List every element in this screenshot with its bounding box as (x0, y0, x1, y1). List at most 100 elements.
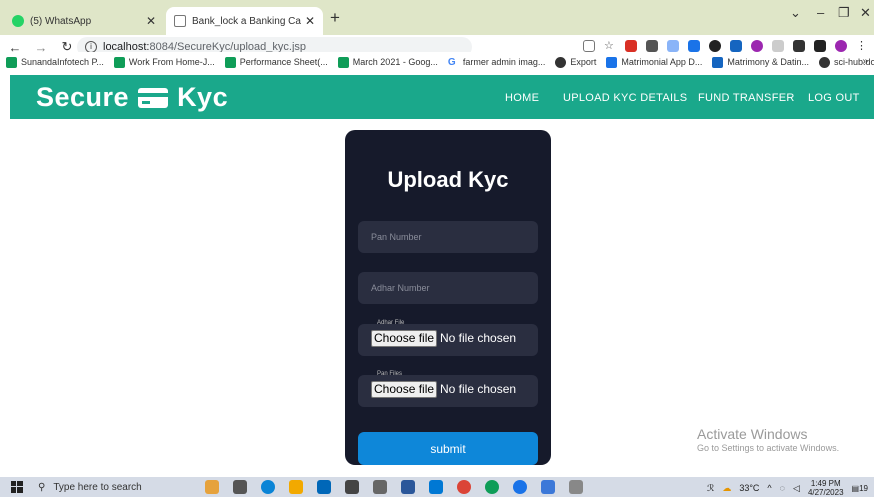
credit-card-icon (138, 87, 169, 108)
news-widget-icon[interactable] (205, 480, 219, 494)
word-icon[interactable] (401, 480, 415, 494)
bookmark-label: Matrimonial App D... (621, 57, 703, 67)
pan-file-label: Pan Files (377, 371, 403, 377)
adhar-file-label: Adhar File (377, 320, 405, 326)
pdf-extension-icon[interactable] (625, 40, 637, 52)
extension-icon[interactable] (730, 40, 742, 52)
bookmark-label: Performance Sheet(... (239, 57, 328, 67)
brand-logo[interactable]: Secure Kyc (36, 82, 228, 113)
app-icon[interactable] (429, 480, 443, 494)
adhar-choose-file-button[interactable]: Choose file (371, 330, 438, 347)
brand-right: Kyc (177, 82, 229, 112)
nav-log-out[interactable]: LOG OUT (808, 92, 860, 104)
windows-start-icon[interactable] (6, 477, 28, 497)
nav-fund-transfer[interactable]: FUND TRANSFER (698, 92, 795, 104)
app-icon (606, 56, 618, 68)
upload-kyc-form: Upload Kyc Adhar File Choose file No fil… (345, 130, 551, 465)
task-view-icon[interactable] (233, 480, 247, 494)
google-icon: G (447, 56, 456, 68)
people-icon[interactable]: ℛ (707, 483, 714, 494)
bookmark-item[interactable]: Matrimonial App D... (606, 56, 703, 68)
tab-title: (5) WhatsApp (30, 15, 92, 27)
edge-icon[interactable] (261, 480, 275, 494)
close-tab-icon[interactable]: ✕ (305, 14, 315, 28)
menu-icon[interactable]: ⋮ (856, 40, 868, 52)
bookmark-item[interactable]: March 2021 - Goog... (337, 56, 438, 68)
sheets-icon (6, 56, 17, 68)
pan-choose-file-button[interactable]: Choose file (371, 381, 438, 398)
extension-icon[interactable] (751, 40, 763, 52)
weather-icon[interactable]: ☁ (722, 483, 731, 494)
bookmark-label: SunandaInfotech P... (21, 57, 104, 67)
notification-count: 19 (859, 483, 868, 493)
app-icon[interactable] (513, 480, 527, 494)
bookmark-item[interactable]: Matrimony & Datin... (712, 56, 809, 68)
bookmark-item[interactable]: Work From Home-J... (113, 56, 215, 68)
tab-title: Bank_lock a Banking Category Fi (192, 15, 301, 27)
bookmark-star-icon[interactable]: ☆ (604, 40, 616, 52)
mail-icon[interactable] (317, 480, 331, 494)
tab-bank-lock[interactable]: Bank_lock a Banking Category Fi ✕ (166, 7, 323, 35)
side-panel-icon[interactable] (814, 40, 826, 52)
show-hidden-icons[interactable]: ^ (767, 483, 771, 493)
windows-taskbar: ⚲ Type here to search ℛ ☁ 33°C ^ ◌ ◁ 1:4… (0, 477, 874, 497)
extension-icon[interactable] (709, 40, 721, 52)
app-icon[interactable] (373, 480, 387, 494)
extension-icon[interactable] (688, 40, 700, 52)
chrome-icon[interactable] (457, 480, 471, 494)
close-tab-icon[interactable]: ✕ (146, 14, 156, 28)
taskbar-search[interactable]: ⚲ Type here to search (28, 477, 198, 497)
share-icon[interactable] (583, 40, 595, 52)
extension-icons: ☆ ⋮ (583, 40, 868, 52)
pan-number-input[interactable] (358, 221, 538, 253)
extension-icon[interactable] (772, 40, 784, 52)
minimize-icon[interactable]: – (817, 5, 824, 20)
restore-icon[interactable]: ❐ (838, 5, 850, 21)
bookmark-item[interactable]: SunandaInfotech P... (6, 56, 104, 68)
submit-button[interactable]: submit (358, 432, 538, 465)
tab-search-icon[interactable]: ⌄ (790, 5, 801, 21)
chrome-icon[interactable] (485, 480, 499, 494)
network-icon[interactable]: ◌ (780, 483, 785, 493)
close-window-icon[interactable]: ✕ (860, 5, 871, 21)
extension-icon[interactable] (667, 40, 679, 52)
globe-icon (818, 56, 830, 68)
bookmarks-overflow-icon[interactable]: » (862, 56, 868, 67)
adhar-file-status: No file chosen (440, 331, 517, 345)
bookmark-label: March 2021 - Goog... (352, 57, 438, 67)
form-title: Upload Kyc (387, 167, 509, 192)
bookmark-item[interactable]: Export (555, 56, 596, 68)
extension-icon[interactable] (646, 40, 658, 52)
file-explorer-icon[interactable] (289, 480, 303, 494)
sheets-icon (337, 56, 349, 68)
bookmarks-bar: SunandaInfotech P... Work From Home-J...… (0, 52, 874, 72)
activation-watermark-title: Activate Windows (697, 426, 808, 442)
clock-date: 4/27/2023 (807, 488, 844, 497)
bookmark-label: farmer admin imag... (462, 57, 546, 67)
clock-time: 1:49 PM (810, 479, 841, 488)
app-icon[interactable] (541, 480, 555, 494)
adhar-number-input[interactable] (358, 272, 538, 304)
store-icon[interactable] (345, 480, 359, 494)
app-icon[interactable] (569, 480, 583, 494)
clock[interactable]: 1:49 PM 4/27/2023 (808, 479, 844, 497)
sheets-icon (113, 56, 125, 68)
notifications-icon[interactable]: ▤19 (852, 484, 868, 493)
new-tab-button[interactable]: + (330, 8, 340, 28)
nav-upload-kyc[interactable]: UPLOAD KYC DETAILS (563, 92, 687, 104)
tab-whatsapp[interactable]: (5) WhatsApp ✕ (4, 7, 164, 35)
pan-file-field: Pan Files Choose file No file chosen (358, 371, 538, 407)
bookmark-item[interactable]: Gfarmer admin imag... (448, 57, 546, 68)
profile-avatar-icon[interactable] (835, 40, 847, 52)
nav-home[interactable]: HOME (505, 92, 539, 104)
system-tray: ℛ ☁ 33°C ^ ◌ ◁ 1:49 PM 4/27/2023 ▤19 (707, 479, 868, 497)
temperature: 33°C (739, 483, 760, 493)
app-icon (712, 56, 724, 68)
extensions-puzzle-icon[interactable] (793, 40, 805, 52)
volume-icon[interactable]: ◁ (793, 483, 800, 494)
sheets-icon (224, 56, 236, 68)
bookmark-item[interactable]: Performance Sheet(... (224, 56, 328, 68)
brand-left: Secure (36, 82, 130, 112)
whatsapp-icon (12, 15, 24, 27)
bookmark-label: Matrimony & Datin... (727, 57, 809, 67)
